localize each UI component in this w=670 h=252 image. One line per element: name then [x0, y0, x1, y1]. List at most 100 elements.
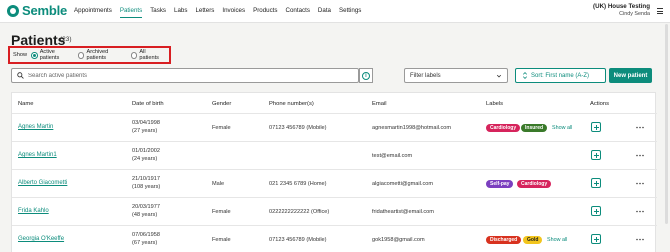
patient-name-link[interactable]: Georgia O'Keeffe	[18, 236, 64, 242]
phone-cell: 07123 456789 (Mobile)	[269, 237, 327, 243]
account-org: (UK) House Testing	[593, 3, 650, 10]
more-options-icon[interactable]	[636, 182, 644, 185]
radio-selected-icon[interactable]	[31, 51, 38, 59]
radio-all-patients[interactable]: All patients	[130, 49, 165, 61]
patient-name-link[interactable]: Frida Kahlo	[18, 208, 49, 214]
patient-name-link[interactable]: Agnes Martin	[18, 124, 53, 130]
more-options-icon[interactable]	[636, 126, 644, 129]
dob-age: (48 years)	[132, 212, 158, 218]
table-row[interactable]: Georgia O'Keeffe 07/06/1958 (67 years) F…	[12, 225, 657, 252]
nav-item-invoices[interactable]: Invoices	[222, 7, 245, 18]
phone-cell: 07123 456789 (Mobile)	[269, 125, 327, 131]
nav-item-tasks[interactable]: Tasks	[150, 7, 166, 18]
email-cell: gok1958@gmail.com	[372, 237, 425, 243]
label-badge-discharged: Discharged	[486, 236, 522, 244]
show-all-labels-link[interactable]: Show all	[552, 125, 572, 131]
phone-cell: 021 2345 6789 (Home)	[269, 181, 327, 187]
dob-cell: 01/01/2002 (24 years)	[132, 147, 160, 163]
more-options-icon[interactable]	[636, 154, 644, 157]
gender-cell: Male	[212, 181, 225, 187]
top-bar: Semble Appointments Patients Tasks Labs …	[0, 0, 670, 23]
search-info-button[interactable]: i	[359, 68, 373, 83]
label-badge-insured: Insured	[521, 124, 548, 132]
nav-item-labs[interactable]: Labs	[174, 7, 187, 18]
phone-cell: 0222222222222 (Office)	[269, 209, 330, 215]
gender-cell: Female	[212, 237, 231, 243]
new-patient-button[interactable]: New patient	[609, 68, 652, 83]
sort-label: Sort: First name (A-Z)	[531, 72, 590, 79]
dob-cell: 21/10/1917 (108 years)	[132, 175, 160, 191]
dob-age: (27 years)	[132, 128, 158, 134]
email-cell: agnesmartin1998@hotmail.com	[372, 125, 452, 131]
show-filter-group: Show Active patients Archived patients A…	[8, 46, 171, 64]
label-badge-cardiology: Cardiology	[486, 124, 521, 132]
nav-item-appointments[interactable]: Appointments	[74, 7, 112, 18]
logo-mark-icon	[7, 4, 19, 17]
dob-date: 21/10/1917	[132, 176, 160, 182]
search-input[interactable]	[28, 72, 328, 79]
nav-item-settings[interactable]: Settings	[339, 7, 361, 18]
add-icon[interactable]	[591, 178, 601, 188]
dob-cell: 03/04/1998 (27 years)	[132, 119, 160, 135]
radio-unselected-icon[interactable]	[130, 51, 138, 59]
table-row[interactable]: Agnes Martin 03/04/1998 (27 years) Femal…	[12, 113, 657, 141]
logo-text: Semble	[22, 3, 68, 18]
sort-icon	[522, 72, 528, 79]
label-badge-cardiology: Cardiology	[517, 180, 552, 188]
column-header-phone[interactable]: Phone number(s)	[269, 101, 314, 107]
radio-label: Active patients	[39, 49, 60, 61]
column-header-dob[interactable]: Date of birth	[132, 101, 164, 107]
main-nav: Appointments Patients Tasks Labs Letters…	[74, 7, 369, 18]
add-icon[interactable]	[591, 150, 601, 160]
column-header-labels[interactable]: Labels	[486, 101, 503, 107]
table-row[interactable]: Agnes Martin1 01/01/2002 (24 years) test…	[12, 141, 657, 169]
sort-button[interactable]: Sort: First name (A-Z)	[515, 68, 606, 83]
dob-age: (108 years)	[132, 184, 161, 190]
radio-unselected-icon[interactable]	[77, 51, 85, 59]
radio-archived-patients[interactable]: Archived patients	[77, 49, 127, 61]
hamburger-menu-icon[interactable]	[657, 8, 663, 14]
add-icon[interactable]	[591, 122, 601, 132]
filter-labels-select[interactable]: Filter labels	[404, 68, 508, 83]
column-header-email[interactable]: Email	[372, 101, 387, 107]
email-cell: fridatheartist@email.com	[372, 209, 434, 215]
label-badge-self-pay: Self-pay	[486, 180, 514, 188]
nav-item-letters[interactable]: Letters	[195, 7, 214, 18]
nav-item-contacts[interactable]: Contacts	[286, 7, 310, 18]
table-row[interactable]: Frida Kahlo 20/03/1977 (48 years) Female…	[12, 197, 657, 225]
add-icon[interactable]	[591, 206, 601, 216]
radio-label: Archived patients	[86, 49, 109, 61]
radio-label: All patients	[139, 49, 159, 61]
patient-name-link[interactable]: Alberto Giacometti	[18, 180, 67, 186]
column-header-gender[interactable]: Gender	[212, 101, 231, 107]
nav-item-products[interactable]: Products	[253, 7, 277, 18]
dob-date: 07/06/1958	[132, 232, 160, 238]
page-scrollbar[interactable]	[665, 24, 668, 224]
show-label: Show	[13, 52, 27, 58]
radio-active-patients[interactable]: Active patients	[31, 49, 74, 61]
account-switcher[interactable]: (UK) House Testing Cindy Senda	[593, 3, 650, 17]
semble-logo[interactable]: Semble	[7, 3, 67, 18]
dob-date: 03/04/1998	[132, 120, 160, 126]
patient-count: (23)	[60, 36, 72, 43]
add-icon[interactable]	[591, 234, 601, 244]
nav-item-patients[interactable]: Patients	[119, 7, 143, 18]
dob-cell: 20/03/1977 (48 years)	[132, 203, 160, 219]
more-options-icon[interactable]	[636, 210, 644, 213]
email-cell: test@email.com	[372, 153, 413, 159]
table-row[interactable]: Alberto Giacometti 21/10/1917 (108 years…	[12, 169, 657, 197]
show-all-labels-link[interactable]: Show all	[547, 237, 567, 243]
email-cell: algiacometti@gmail.com	[372, 181, 434, 187]
search-box[interactable]	[11, 68, 359, 83]
more-options-icon[interactable]	[636, 238, 644, 241]
nav-item-data[interactable]: Data	[318, 7, 331, 18]
dob-date: 01/01/2002	[132, 148, 160, 154]
patient-name-link[interactable]: Agnes Martin1	[18, 152, 57, 158]
filter-labels-value: Filter labels	[410, 72, 441, 79]
dob-date: 20/03/1977	[132, 204, 160, 210]
column-header-name[interactable]: Name	[18, 101, 33, 107]
gender-cell: Female	[212, 209, 231, 215]
label-badge-gold: Gold	[523, 236, 543, 244]
gender-cell: Female	[212, 125, 231, 131]
info-icon: i	[362, 71, 370, 80]
